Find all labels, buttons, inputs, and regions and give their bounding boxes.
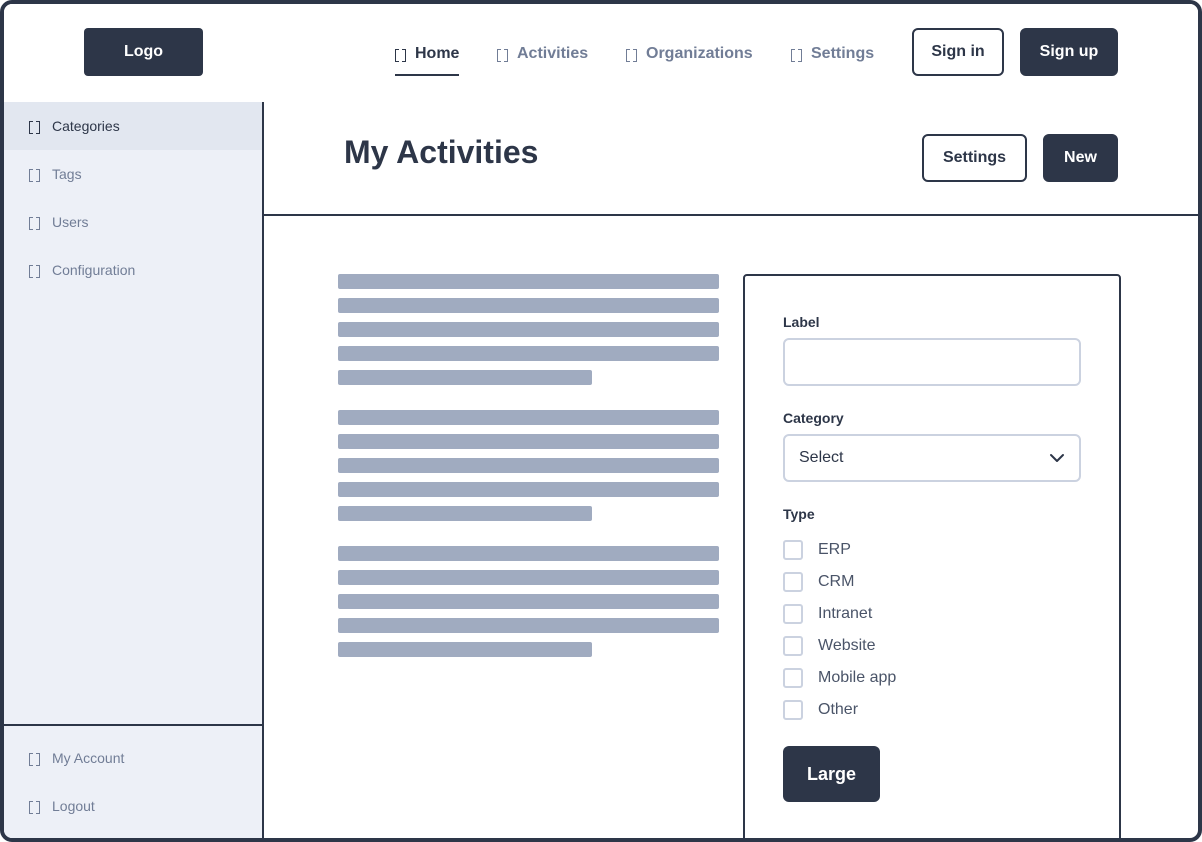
tags-icon	[29, 168, 40, 182]
new-button[interactable]: New	[1043, 134, 1118, 182]
nav-activities[interactable]: Activities	[497, 42, 588, 66]
checkbox[interactable]	[783, 668, 803, 688]
sign-up-button[interactable]: Sign up	[1020, 28, 1118, 76]
text-placeholder-line	[338, 434, 719, 449]
text-placeholder-line	[338, 506, 592, 521]
label-input[interactable]	[783, 338, 1081, 386]
organizations-icon	[626, 48, 637, 62]
nav-settings[interactable]: Settings	[791, 42, 874, 66]
sidebar-item-label: Logout	[52, 798, 95, 814]
text-placeholder-line	[338, 410, 719, 425]
settings-icon	[791, 48, 802, 62]
checkbox[interactable]	[783, 540, 803, 560]
logo: Logo	[84, 28, 203, 76]
checkbox[interactable]	[783, 700, 803, 720]
activities-icon	[497, 48, 508, 62]
text-placeholder-line	[338, 458, 719, 473]
sidebar-item-users[interactable]: Users	[4, 198, 262, 246]
sidebar-item-categories[interactable]: Categories	[4, 102, 262, 150]
nav-home-label: Home	[415, 45, 460, 62]
nav-home[interactable]: Home	[395, 42, 460, 76]
text-placeholder-block	[338, 274, 719, 394]
sidebar-item-label: My Account	[52, 750, 125, 766]
text-placeholder-line	[338, 370, 592, 385]
type-option-other[interactable]: Other	[783, 699, 858, 721]
type-option-erp[interactable]: ERP	[783, 539, 851, 561]
logout-icon	[29, 800, 40, 814]
page-settings-button[interactable]: Settings	[922, 134, 1027, 182]
sidebar-item-my-account[interactable]: My Account	[4, 734, 262, 782]
sidebar-item-tags[interactable]: Tags	[4, 150, 262, 198]
category-select-value: Select	[799, 449, 844, 466]
chevron-down-icon	[1050, 454, 1064, 462]
text-placeholder-line	[338, 482, 719, 497]
text-placeholder-line	[338, 298, 719, 313]
text-placeholder-line	[338, 346, 719, 361]
activity-form-card: Label Category Select Type ERP CRM Intra…	[743, 274, 1121, 838]
type-field-label: Type	[783, 506, 815, 522]
account-icon	[29, 752, 40, 766]
nav-organizations-label: Organizations	[646, 45, 753, 62]
configuration-icon	[29, 264, 40, 278]
large-submit-button[interactable]: Large	[783, 746, 880, 802]
sidebar-divider	[4, 724, 262, 726]
sidebar-item-label: Categories	[52, 118, 120, 134]
sidebar: Categories Tags Users Configuration My A…	[4, 102, 264, 838]
users-icon	[29, 216, 40, 230]
type-option-crm[interactable]: CRM	[783, 571, 854, 593]
sidebar-item-label: Configuration	[52, 262, 136, 278]
label-field-label: Label	[783, 314, 820, 330]
page-title: My Activities	[344, 134, 539, 170]
type-option-label: Website	[818, 637, 876, 654]
checkbox[interactable]	[783, 604, 803, 624]
sidebar-item-configuration[interactable]: Configuration	[4, 246, 262, 294]
app-window: Logo Home Activities Organizations Setti…	[0, 0, 1202, 842]
text-placeholder-block	[338, 410, 719, 530]
sidebar-item-label: Tags	[52, 166, 82, 182]
sidebar-item-logout[interactable]: Logout	[4, 782, 262, 830]
type-option-label: Mobile app	[818, 669, 897, 686]
checkbox[interactable]	[783, 636, 803, 656]
type-option-label: Intranet	[818, 605, 873, 622]
type-option-label: ERP	[818, 541, 851, 558]
sign-in-button[interactable]: Sign in	[912, 28, 1004, 76]
top-header: Logo Home Activities Organizations Setti…	[4, 4, 1198, 104]
type-option-label: Other	[818, 701, 859, 718]
home-icon	[395, 48, 406, 62]
nav-organizations[interactable]: Organizations	[626, 42, 753, 66]
nav-settings-label: Settings	[811, 45, 875, 62]
category-select[interactable]: Select	[783, 434, 1081, 482]
text-placeholder-line	[338, 594, 719, 609]
checkbox[interactable]	[783, 572, 803, 592]
text-placeholder-block	[338, 546, 719, 666]
category-field-label: Category	[783, 410, 844, 426]
nav-activities-label: Activities	[517, 45, 589, 62]
text-placeholder-line	[338, 570, 719, 585]
type-option-website[interactable]: Website	[783, 635, 876, 657]
active-nav-underline	[395, 74, 460, 76]
text-placeholder-line	[338, 274, 719, 289]
type-option-label: CRM	[818, 573, 855, 590]
page-header: My Activities Settings New	[264, 102, 1198, 216]
text-placeholder-line	[338, 642, 592, 657]
type-option-intranet[interactable]: Intranet	[783, 603, 872, 625]
text-placeholder-line	[338, 618, 719, 633]
sidebar-item-label: Users	[52, 214, 89, 230]
text-placeholder-line	[338, 322, 719, 337]
categories-icon	[29, 120, 40, 134]
type-option-mobile-app[interactable]: Mobile app	[783, 667, 896, 689]
text-placeholder-line	[338, 546, 719, 561]
